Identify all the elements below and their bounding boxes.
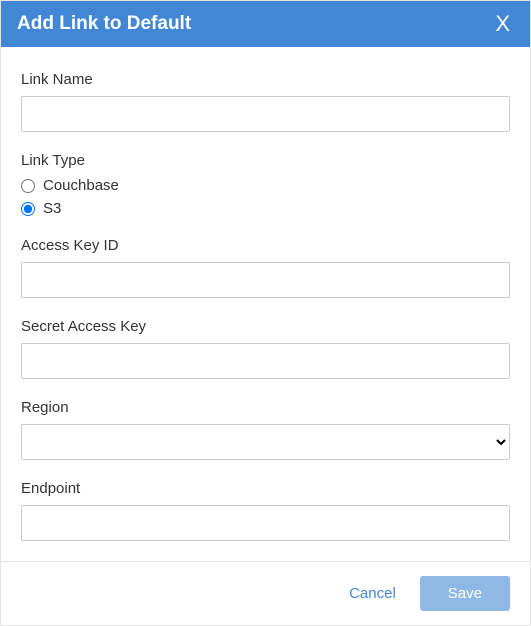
- access-key-id-group: Access Key ID: [21, 237, 510, 298]
- region-label: Region: [21, 399, 510, 416]
- link-type-radio-s3[interactable]: [21, 202, 35, 216]
- close-icon[interactable]: X: [491, 13, 514, 35]
- cancel-button[interactable]: Cancel: [349, 585, 396, 602]
- endpoint-label: Endpoint: [21, 480, 510, 497]
- region-select[interactable]: [21, 424, 510, 460]
- link-type-radio-s3-label: S3: [43, 200, 61, 217]
- link-name-group: Link Name: [21, 71, 510, 132]
- endpoint-group: Endpoint: [21, 480, 510, 541]
- access-key-id-input[interactable]: [21, 262, 510, 298]
- access-key-id-label: Access Key ID: [21, 237, 510, 254]
- link-type-radio-couchbase-label: Couchbase: [43, 177, 119, 194]
- save-button[interactable]: Save: [420, 576, 510, 611]
- link-type-group: Link Type Couchbase S3: [21, 152, 510, 217]
- secret-access-key-group: Secret Access Key: [21, 318, 510, 379]
- link-type-label: Link Type: [21, 152, 510, 169]
- endpoint-input[interactable]: [21, 505, 510, 541]
- dialog-content: Link Name Link Type Couchbase S3 Access …: [1, 47, 530, 561]
- link-name-input[interactable]: [21, 96, 510, 132]
- link-type-radio-group: Couchbase S3: [21, 177, 510, 217]
- region-group: Region: [21, 399, 510, 460]
- secret-access-key-input[interactable]: [21, 343, 510, 379]
- link-type-radio-couchbase[interactable]: [21, 179, 35, 193]
- link-type-option-couchbase[interactable]: Couchbase: [21, 177, 510, 194]
- dialog-header: Add Link to Default X: [1, 1, 530, 47]
- link-name-label: Link Name: [21, 71, 510, 88]
- dialog-footer: Cancel Save: [1, 561, 530, 625]
- dialog-title: Add Link to Default: [17, 13, 191, 35]
- link-type-option-s3[interactable]: S3: [21, 200, 510, 217]
- secret-access-key-label: Secret Access Key: [21, 318, 510, 335]
